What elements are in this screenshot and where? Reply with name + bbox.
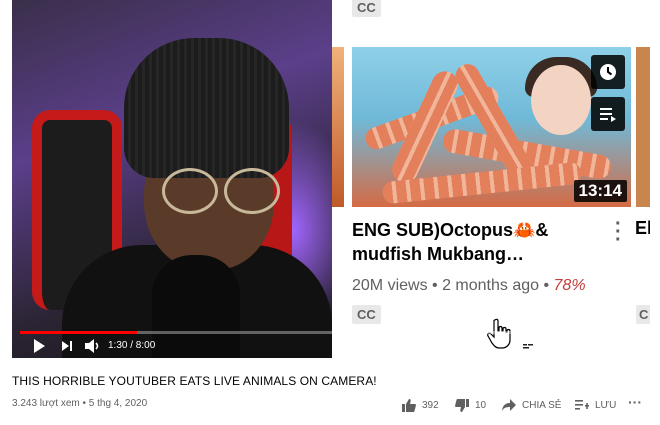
upload-age: 2 months ago xyxy=(442,277,540,294)
save-icon xyxy=(575,400,589,410)
play-icon[interactable] xyxy=(32,338,46,354)
save-label: LƯU xyxy=(595,399,617,411)
dislike-count: 10 xyxy=(475,400,487,411)
more-icon[interactable]: ··· xyxy=(628,394,642,410)
like-icon xyxy=(402,399,416,412)
share-icon xyxy=(502,399,516,411)
clock-icon xyxy=(600,64,616,80)
add-to-queue-button[interactable] xyxy=(591,97,625,131)
cc-badge: CC xyxy=(352,305,381,324)
video-duration: 13:14 xyxy=(573,180,627,202)
tentacle xyxy=(451,59,537,185)
theater-icon[interactable] xyxy=(596,338,612,352)
save-button[interactable]: LƯU xyxy=(575,399,616,411)
view-count-date: 3.243 lượt xem • 5 thg 4, 2020 xyxy=(12,398,148,409)
next-video-title[interactable]: El xyxy=(635,218,650,239)
video-player[interactable]: CC 13:14 ENG SUB)Octopus🦀& mudfish Mukba… xyxy=(12,0,650,358)
prev-thumbnail-edge[interactable] xyxy=(332,47,344,207)
settings-icon[interactable] xyxy=(546,338,562,354)
end-screen-panel: CC 13:14 ENG SUB)Octopus🦀& mudfish Mukba… xyxy=(332,0,650,358)
fullscreen-icon[interactable] xyxy=(622,338,636,352)
suggested-video-title[interactable]: ENG SUB)Octopus🦀& mudfish Mukbang… xyxy=(352,218,612,266)
progress-bar[interactable] xyxy=(20,331,642,334)
like-button[interactable]: 392 xyxy=(402,399,439,412)
watch-later-button[interactable] xyxy=(591,55,625,89)
cc-badge-top: CC xyxy=(352,0,381,17)
more-icon[interactable]: ··· xyxy=(615,214,622,250)
beanie-hat xyxy=(124,38,289,178)
subtitles-icon[interactable] xyxy=(520,338,536,352)
share-label: CHIA SẺ xyxy=(522,399,562,411)
video-frame-webcam xyxy=(12,0,332,358)
dislike-button[interactable]: 10 xyxy=(455,399,486,412)
next-cc-badge: C xyxy=(636,305,650,324)
dislike-icon xyxy=(455,399,469,412)
like-count: 392 xyxy=(422,400,439,411)
suggested-video-meta: 20M views • 2 months ago • 78% xyxy=(352,277,586,294)
share-button[interactable]: CHIA SẺ xyxy=(502,399,561,411)
glasses-right xyxy=(224,168,280,214)
glasses-left xyxy=(162,168,218,214)
rating-percent: 78% xyxy=(553,277,586,294)
volume-icon[interactable] xyxy=(84,338,102,354)
video-title: THIS HORRIBLE YOUTUBER EATS LIVE ANIMALS… xyxy=(12,374,377,388)
queue-icon xyxy=(600,108,616,122)
progress-fill xyxy=(20,331,137,334)
next-icon[interactable] xyxy=(60,338,74,354)
video-thumbnail[interactable]: 13:14 xyxy=(352,47,631,207)
view-count: 20M views xyxy=(352,277,428,294)
time-display: 1:30 / 8:00 xyxy=(108,340,156,351)
player-controls: 1:30 / 8:00 xyxy=(12,336,650,358)
miniplayer-icon[interactable] xyxy=(570,338,586,352)
person-face xyxy=(531,65,591,135)
next-thumbnail-edge[interactable] xyxy=(636,47,650,207)
